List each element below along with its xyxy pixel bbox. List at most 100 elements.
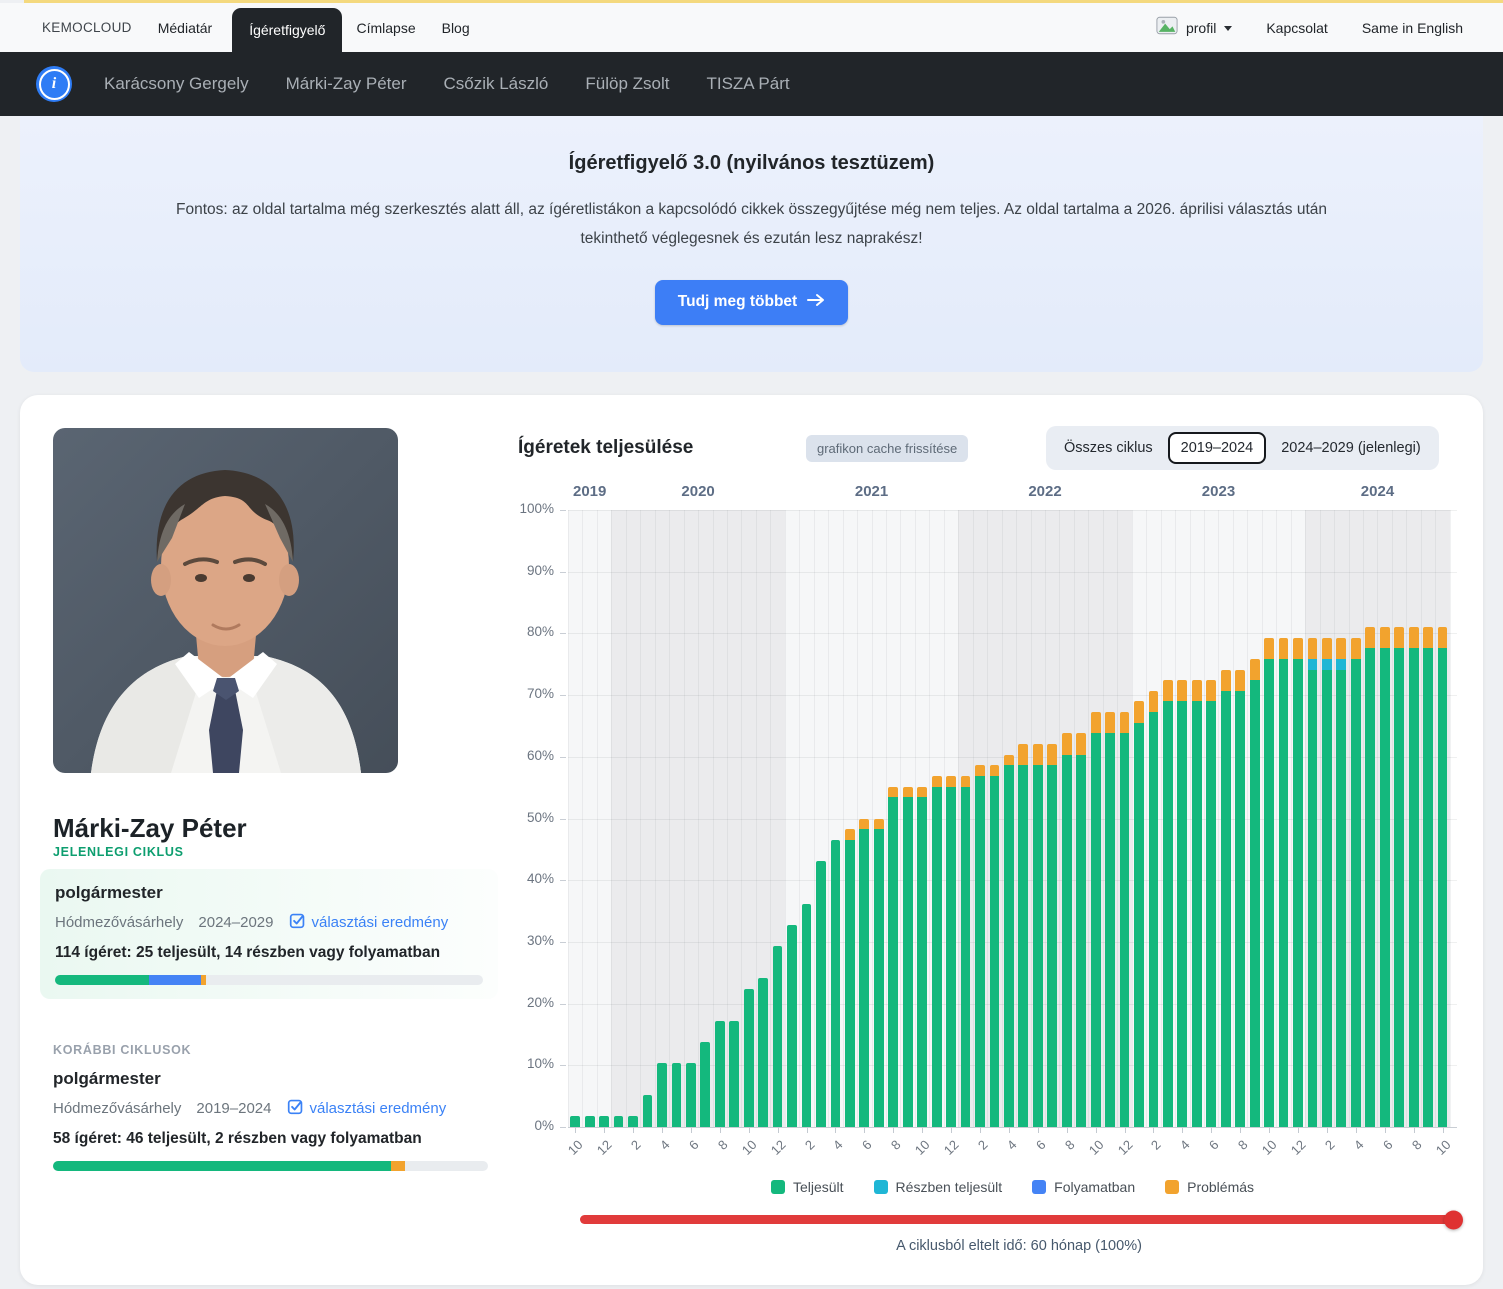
bar-segment <box>888 797 898 1127</box>
chart-bar-month-34[interactable] <box>1047 744 1057 1127</box>
chart-bar-month-49[interactable] <box>1264 638 1274 1127</box>
chart-bar-month-52[interactable] <box>1308 638 1318 1127</box>
chart-bar-month-60[interactable] <box>1423 627 1433 1127</box>
chart-bar-month-41[interactable] <box>1149 691 1159 1127</box>
chart-bar-month-29[interactable] <box>975 765 985 1127</box>
chart-bar-month-35[interactable] <box>1062 733 1072 1127</box>
chart-bar-month-59[interactable] <box>1409 627 1419 1127</box>
chart-bar-month-1[interactable] <box>570 1116 580 1127</box>
elapsed-time-slider[interactable] <box>580 1215 1458 1224</box>
refresh-cache-button[interactable]: grafikon cache frissítése <box>806 435 968 462</box>
topnav-item-2[interactable]: Címlapse <box>356 20 415 36</box>
bar-segment <box>1163 680 1173 701</box>
chart-bar-month-47[interactable] <box>1235 670 1245 1127</box>
x-axis-tick <box>807 1127 808 1133</box>
x-axis-label: 2 <box>975 1137 991 1153</box>
topnav-item-1[interactable]: Ígéretfigyelő <box>232 8 342 52</box>
bar-segment <box>961 776 971 787</box>
chart-bar-month-48[interactable] <box>1250 659 1260 1127</box>
chart-bar-month-38[interactable] <box>1105 712 1115 1127</box>
chart-bar-month-10[interactable] <box>700 1042 710 1127</box>
chart-bar-month-14[interactable] <box>758 978 768 1127</box>
info-icon[interactable]: i <box>36 66 72 102</box>
chart-bar-month-13[interactable] <box>744 989 754 1127</box>
chart-bar-month-51[interactable] <box>1293 638 1303 1127</box>
chart-bar-month-40[interactable] <box>1134 701 1144 1127</box>
chart-bar-month-58[interactable] <box>1394 627 1404 1127</box>
chart-bar-month-45[interactable] <box>1206 680 1216 1127</box>
legend-item-2[interactable]: Folyamatban <box>1032 1179 1135 1195</box>
legend-item-3[interactable]: Problémás <box>1165 1179 1254 1195</box>
chart-bar-month-39[interactable] <box>1120 712 1130 1127</box>
chart-bar-month-4[interactable] <box>614 1116 624 1127</box>
topnav-item-3[interactable]: Blog <box>442 20 470 36</box>
chart-bar-month-50[interactable] <box>1279 638 1289 1127</box>
chart-bar-month-53[interactable] <box>1322 638 1332 1127</box>
learn-more-button[interactable]: Tudj meg többet <box>655 280 848 325</box>
cycle-tab-2[interactable]: 2024–2029 (jelenlegi) <box>1268 432 1433 464</box>
chart-bar-month-57[interactable] <box>1380 627 1390 1127</box>
brand-kemocloud[interactable]: KEMOCLOUD <box>42 20 132 35</box>
legend-item-1[interactable]: Részben teljesült <box>874 1179 1003 1195</box>
chart-bar-month-56[interactable] <box>1365 627 1375 1127</box>
cycle-tab-0[interactable]: Összes ciklus <box>1051 432 1166 464</box>
chart-bar-month-43[interactable] <box>1177 680 1187 1127</box>
chart-bar-month-32[interactable] <box>1018 744 1028 1127</box>
bar-segment <box>1308 670 1318 1127</box>
legend-item-0[interactable]: Teljesült <box>771 1179 844 1195</box>
chart-bar-month-44[interactable] <box>1192 680 1202 1127</box>
current-election-result-link[interactable]: választási eredmény <box>289 912 449 933</box>
chart-bar-month-61[interactable] <box>1438 627 1448 1127</box>
chart-bar-month-5[interactable] <box>628 1116 638 1127</box>
chart-bar-month-8[interactable] <box>672 1063 682 1127</box>
profile-menu[interactable]: profil <box>1156 16 1232 40</box>
bar-segment <box>715 1021 725 1127</box>
chart-bar-month-21[interactable] <box>859 819 869 1128</box>
chart-bar-month-17[interactable] <box>802 904 812 1127</box>
chart-bar-month-22[interactable] <box>874 819 884 1128</box>
top-navigation: KEMOCLOUD Médiatár Ígéretfigyelő Címlapse B… <box>0 3 1503 52</box>
chart-bar-month-37[interactable] <box>1091 712 1101 1127</box>
chart-bar-month-27[interactable] <box>946 776 956 1127</box>
chart-bar-month-9[interactable] <box>686 1063 696 1127</box>
chart-bar-month-3[interactable] <box>599 1116 609 1127</box>
topnav-item-0[interactable]: Médiatár <box>158 20 212 36</box>
chart-bar-month-7[interactable] <box>657 1063 667 1127</box>
contact-link[interactable]: Kapcsolat <box>1266 20 1327 36</box>
chart-bar-month-23[interactable] <box>888 787 898 1127</box>
chart-bar-month-36[interactable] <box>1076 733 1086 1127</box>
chart-bar-month-42[interactable] <box>1163 680 1173 1127</box>
chart-bar-month-28[interactable] <box>961 776 971 1127</box>
chart-bar-month-16[interactable] <box>787 925 797 1127</box>
chart-bar-month-2[interactable] <box>585 1116 595 1127</box>
chart-bar-month-19[interactable] <box>831 840 841 1127</box>
person-link-2[interactable]: Csőzik László <box>444 74 549 94</box>
chart-bar-month-33[interactable] <box>1033 744 1043 1127</box>
chart-bar-month-11[interactable] <box>715 1021 725 1127</box>
chart-bar-month-31[interactable] <box>1004 755 1014 1127</box>
chart-bar-month-25[interactable] <box>917 787 927 1127</box>
progress-segment-teljesült <box>55 975 149 985</box>
y-axis-tick <box>560 1065 566 1066</box>
person-link-1[interactable]: Márki-Zay Péter <box>286 74 407 94</box>
chart-bar-month-15[interactable] <box>773 946 783 1127</box>
chart-bar-month-55[interactable] <box>1351 638 1361 1127</box>
chart-bar-month-18[interactable] <box>816 861 826 1127</box>
person-link-4[interactable]: TISZA Párt <box>706 74 789 94</box>
bar-segment <box>1120 733 1130 1127</box>
chart-bar-month-46[interactable] <box>1221 670 1231 1127</box>
chart-bar-month-30[interactable] <box>990 765 1000 1127</box>
cycle-tab-1[interactable]: 2019–2024 <box>1168 432 1267 464</box>
person-link-3[interactable]: Fülöp Zsolt <box>585 74 669 94</box>
chart-bar-month-12[interactable] <box>729 1021 739 1127</box>
language-switch-link[interactable]: Same in English <box>1362 20 1463 36</box>
slider-handle[interactable] <box>1444 1210 1463 1229</box>
previous-election-result-link[interactable]: választási eredmény <box>287 1098 447 1119</box>
chart-bar-month-20[interactable] <box>845 829 855 1127</box>
person-link-0[interactable]: Karácsony Gergely <box>104 74 249 94</box>
chart-bar-month-24[interactable] <box>903 787 913 1127</box>
chart-bar-month-26[interactable] <box>932 776 942 1127</box>
chart-bar-month-54[interactable] <box>1336 638 1346 1127</box>
bar-segment <box>1235 670 1245 691</box>
chart-bar-month-6[interactable] <box>643 1095 653 1127</box>
